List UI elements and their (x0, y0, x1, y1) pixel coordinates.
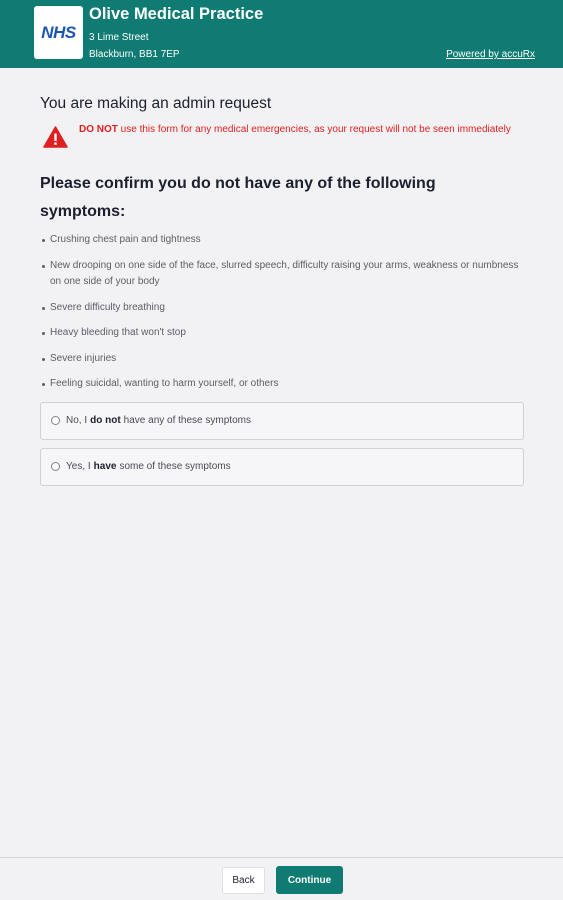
footer-bar: Back Continue (0, 857, 563, 900)
address-line-1: 3 Lime Street (89, 32, 149, 43)
back-button[interactable]: Back (222, 867, 265, 894)
symptom-list: Crushing chest pain and tightness New dr… (40, 232, 524, 393)
warning-message: use this form for any medical emergencie… (117, 124, 511, 135)
list-item: Crushing chest pain and tightness (42, 232, 524, 249)
warning-triangle-icon (43, 126, 68, 148)
address-line-2: Blackburn, BB1 7EP (89, 49, 180, 60)
option-text: No, I (66, 415, 88, 426)
practice-name: Olive Medical Practice (89, 5, 264, 23)
radio-button[interactable] (51, 416, 60, 425)
option-text: have any of these symptoms (123, 415, 251, 426)
symptom-options: No, I do not have any of these symptoms … (40, 401, 524, 486)
warning-bold: DO NOT (79, 124, 118, 135)
option-has-symptoms[interactable]: Yes, I have some of these symptoms (40, 447, 524, 486)
option-text: Yes, I (66, 461, 91, 472)
option-text: some of these symptoms (119, 461, 231, 472)
nhs-logo: NHS (34, 6, 83, 59)
main-content: You are making an admin request DO NOT u… (40, 94, 524, 486)
list-item: Severe difficulty breathing (42, 300, 524, 317)
list-item: New drooping on one side of the face, sl… (42, 258, 524, 291)
option-bold-text: do not (90, 415, 121, 426)
radio-button[interactable] (51, 462, 60, 471)
nhs-logo-text: NHS (41, 22, 76, 42)
option-bold-text: have (93, 461, 117, 472)
continue-button[interactable]: Continue (276, 866, 343, 894)
list-item: Severe injuries (42, 351, 524, 368)
list-item: Feeling suicidal, wanting to harm yourse… (42, 376, 524, 393)
emergency-warning: DO NOT use this form for any medical eme… (40, 122, 524, 156)
page-title: You are making an admin request (40, 95, 272, 112)
practice-header: NHS Olive Medical Practice 3 Lime Street… (0, 0, 563, 68)
warning-text: DO NOT use this form for any medical eme… (79, 122, 524, 139)
powered-by-link[interactable]: Powered by accuRx (446, 49, 535, 60)
option-no-symptoms[interactable]: No, I do not have any of these symptoms (40, 401, 524, 440)
symptoms-question: Please confirm you do not have any of th… (40, 175, 436, 220)
list-item: Heavy bleeding that won't stop (42, 325, 524, 342)
